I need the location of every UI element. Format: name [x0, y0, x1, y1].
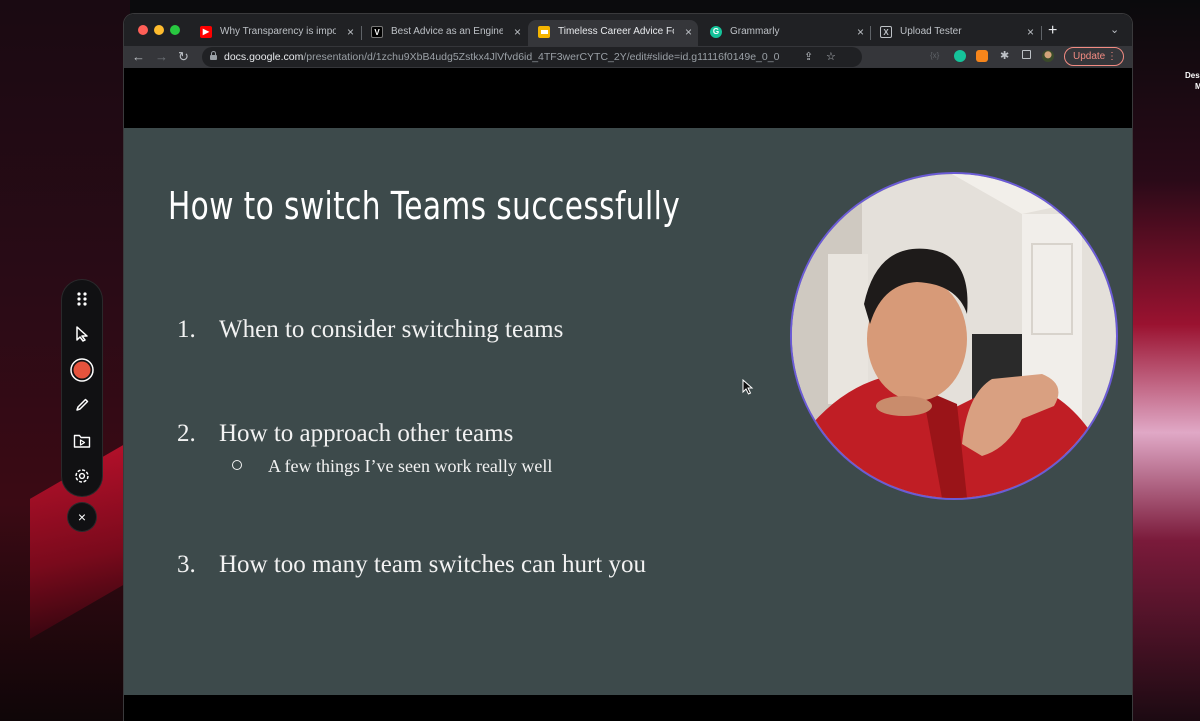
list-text: How too many team switches can hurt you [219, 551, 646, 578]
browser-toolbar: ← → ↻ docs.google.com/presentation/d/1zc… [124, 46, 1132, 68]
sub-list-text: A few things I’ve seen work really well [268, 456, 553, 476]
tab-transparency[interactable]: ▶ Why Transparency is importan × [190, 20, 360, 46]
update-button[interactable]: Update ⋮ [1064, 47, 1124, 66]
hollow-bullet-icon [232, 460, 242, 470]
tab-timeless-career[interactable]: Timeless Career Advice For En × [528, 20, 698, 46]
back-arrow-icon[interactable]: ← [132, 49, 145, 65]
minimize-window-button[interactable] [154, 25, 164, 35]
browser-window: ▶ Why Transparency is importan × V Best … [124, 14, 1132, 721]
list-number: 3. [177, 551, 196, 578]
grammarly-extension-icon[interactable] [954, 50, 966, 62]
list-number: 1. [177, 316, 196, 343]
mouse-cursor-icon [742, 379, 754, 395]
list-text: When to consider switching teams [219, 316, 564, 343]
update-label: Update [1073, 51, 1106, 62]
v-icon: V [371, 26, 383, 38]
record-icon[interactable] [70, 358, 94, 382]
close-tab-icon[interactable]: × [1027, 20, 1034, 44]
presentation-slide[interactable]: How to switch Teams successfully 1. When… [124, 128, 1132, 695]
desktop-label-line2: M [1195, 82, 1200, 91]
close-window-button[interactable] [138, 25, 148, 35]
tab-best-advice[interactable]: V Best Advice as an Engineering × [361, 20, 527, 46]
settings-icon[interactable] [70, 464, 94, 488]
reload-icon[interactable]: ↻ [178, 49, 189, 65]
new-tab-button[interactable]: + [1048, 20, 1057, 42]
close-tab-icon[interactable]: × [685, 20, 692, 44]
recorder-close-button[interactable]: × [68, 503, 96, 531]
profile-avatar[interactable] [1042, 50, 1054, 62]
tab-title: Grammarly [730, 26, 780, 37]
tab-title: Why Transparency is importan [220, 26, 336, 37]
tab-separator [1041, 26, 1042, 40]
desktop-file-label[interactable]: Des M [1185, 70, 1200, 92]
wallpaper-right [1130, 0, 1200, 721]
tab-title: Timeless Career Advice For En [558, 26, 674, 37]
close-tab-icon[interactable]: × [514, 20, 521, 44]
list-text: How to approach other teams [219, 420, 514, 447]
share-icon[interactable]: ⇪ [804, 49, 813, 65]
grammarly-icon: G [710, 26, 722, 38]
forward-arrow-icon[interactable]: → [155, 49, 168, 65]
lock-icon [210, 51, 217, 60]
close-tab-icon[interactable]: × [347, 20, 354, 44]
close-tab-icon[interactable]: × [857, 20, 864, 44]
extension-bracket-icon[interactable]: {x} [930, 48, 939, 64]
tab-strip: ▶ Why Transparency is importan × V Best … [124, 14, 1132, 46]
url-text: docs.google.com/presentation/d/1zchu9XbB… [224, 50, 779, 64]
slide-title: How to switch Teams successfully [168, 184, 681, 228]
zoom-window-button[interactable] [170, 25, 180, 35]
drag-handle-icon[interactable] [70, 287, 94, 311]
tab-upload-tester[interactable]: X Upload Tester × [870, 20, 1040, 46]
list-number: 2. [177, 420, 196, 447]
address-bar[interactable]: docs.google.com/presentation/d/1zchu9XbB… [202, 47, 862, 67]
folder-video-icon[interactable] [70, 429, 94, 453]
bookmark-star-icon[interactable]: ☆ [826, 49, 836, 65]
metamask-extension-icon[interactable] [976, 50, 988, 62]
pointer-icon[interactable] [70, 322, 94, 346]
extensions-puzzle-icon[interactable]: ✱ [1000, 48, 1009, 64]
tab-grammarly[interactable]: G Grammarly × [700, 20, 870, 46]
pen-icon[interactable] [70, 393, 94, 417]
slides-icon [538, 26, 550, 38]
youtube-icon: ▶ [200, 26, 212, 38]
presenter-video [792, 174, 1116, 498]
webcam-bubble[interactable] [792, 174, 1116, 498]
tab-title: Upload Tester [900, 26, 962, 37]
x-box-icon: X [880, 26, 892, 38]
tab-title: Best Advice as an Engineering [391, 26, 503, 37]
recording-toolbar [62, 280, 102, 496]
kebab-menu-icon[interactable]: ⋮ [1107, 48, 1117, 65]
side-panel-icon[interactable] [1022, 50, 1031, 59]
url-path: /presentation/d/1zchu9XbB4udg5Zstkx4JlVf… [303, 51, 780, 63]
tab-search-chevron-icon[interactable]: ⌄ [1110, 23, 1119, 36]
desktop-label-line1: Des [1185, 71, 1200, 80]
url-host: docs.google.com [224, 51, 304, 63]
